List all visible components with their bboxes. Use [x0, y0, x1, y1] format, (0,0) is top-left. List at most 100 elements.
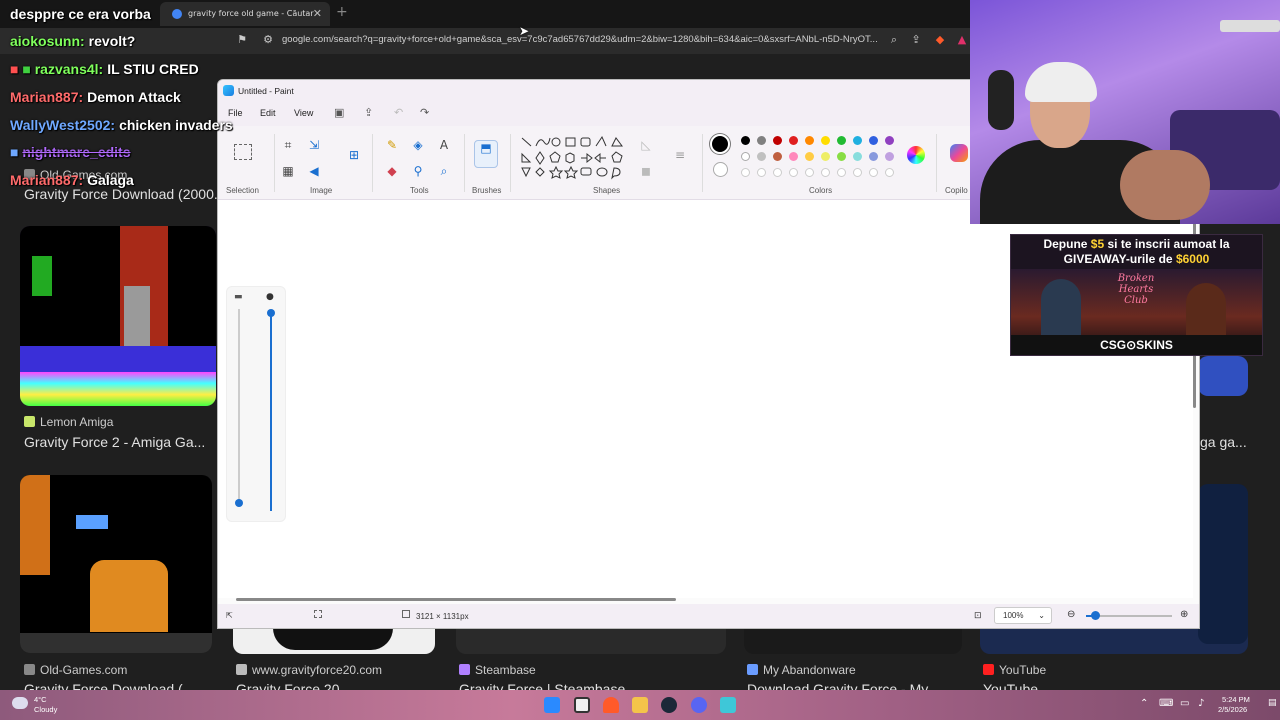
- volume-icon[interactable]: ♪: [1198, 698, 1204, 709]
- tab-search[interactable]: gravity force old game - Căutar ✕: [160, 2, 330, 26]
- size-slider[interactable]: [238, 309, 240, 507]
- result-title[interactable]: Gravity Force | Steambase...: [459, 681, 637, 690]
- clock-date[interactable]: 2/5/2026: [1218, 705, 1247, 714]
- zoom-in-icon[interactable]: ⊕: [1180, 609, 1188, 620]
- opacity-slider[interactable]: [270, 311, 272, 511]
- result-source[interactable]: Lemon Amiga: [24, 415, 113, 429]
- size-icon[interactable]: ≡: [672, 148, 688, 162]
- file-explorer-icon[interactable]: [632, 697, 648, 713]
- result-image[interactable]: [233, 628, 435, 654]
- share-icon[interactable]: ⇪: [364, 106, 373, 119]
- primary-color[interactable]: [710, 134, 730, 154]
- save-icon[interactable]: ▣: [334, 106, 344, 119]
- brush-icon[interactable]: ⬒: [474, 140, 498, 168]
- horizontal-scrollbar[interactable]: [236, 598, 676, 601]
- color-swatch[interactable]: [853, 152, 862, 161]
- color-swatch[interactable]: [853, 136, 862, 145]
- color-swatch[interactable]: [869, 136, 878, 145]
- color-swatch[interactable]: [837, 152, 846, 161]
- zoom-icon[interactable]: ⌕: [888, 34, 900, 46]
- custom-color-swatch[interactable]: [853, 168, 862, 177]
- size-slider-thumb[interactable]: [235, 499, 243, 507]
- shapes-gallery[interactable]: [518, 134, 628, 182]
- color-swatch[interactable]: [741, 152, 750, 161]
- color-swatch[interactable]: [821, 152, 830, 161]
- select-all-icon[interactable]: ▦: [280, 164, 296, 178]
- custom-color-swatch[interactable]: [773, 168, 782, 177]
- zoom-select[interactable]: 100% ⌄: [994, 607, 1052, 624]
- close-tab-icon[interactable]: ✕: [313, 2, 322, 26]
- text-icon[interactable]: A: [436, 138, 452, 152]
- edit-colors-icon[interactable]: [907, 146, 925, 164]
- fill-shape-icon[interactable]: ◼: [638, 164, 654, 178]
- zoom-out-icon[interactable]: ⊖: [1067, 609, 1075, 620]
- custom-color-swatch[interactable]: [885, 168, 894, 177]
- start-icon[interactable]: [544, 697, 560, 713]
- tray-chevron-icon[interactable]: ⌃: [1140, 698, 1148, 709]
- color-swatch[interactable]: [773, 136, 782, 145]
- bookmark-icon[interactable]: ⚑: [236, 34, 248, 46]
- secondary-color[interactable]: [713, 162, 728, 177]
- task-view-icon[interactable]: [574, 697, 590, 713]
- notification-icon[interactable]: ▤: [1268, 698, 1277, 708]
- sponsor-banner[interactable]: Depune $5 si te inscrii aumoat la GIVEAW…: [1010, 234, 1263, 356]
- weather-icon[interactable]: [12, 697, 28, 709]
- undo-icon[interactable]: ↶: [394, 106, 403, 119]
- touch-keyboard-icon[interactable]: ⌨: [1159, 698, 1173, 709]
- weather-desc[interactable]: Cloudy: [34, 705, 57, 714]
- result-image[interactable]: [744, 628, 962, 654]
- result-source[interactable]: My Abandonware: [747, 663, 856, 677]
- color-swatch[interactable]: [741, 136, 750, 145]
- custom-color-swatch[interactable]: [837, 168, 846, 177]
- color-swatch[interactable]: [837, 136, 846, 145]
- brave-icon[interactable]: ◆: [934, 34, 946, 46]
- result-title[interactable]: Gravity Force Download (2000...: [24, 186, 226, 202]
- color-swatch[interactable]: [789, 152, 798, 161]
- result-image[interactable]: [456, 628, 726, 654]
- paint-icon[interactable]: [720, 697, 736, 713]
- color-swatch[interactable]: [805, 136, 814, 145]
- result-source[interactable]: www.gravityforce20.com: [236, 663, 382, 677]
- result-source[interactable]: YouTube: [983, 663, 1046, 677]
- outline-icon[interactable]: ◺: [638, 138, 654, 152]
- network-icon[interactable]: ▭: [1180, 698, 1189, 709]
- site-info-icon[interactable]: ⚙: [262, 34, 274, 46]
- result-title[interactable]: Gravity Force 20...: [236, 681, 351, 690]
- custom-color-swatch[interactable]: [805, 168, 814, 177]
- fill-icon[interactable]: ◈: [410, 138, 426, 152]
- magnifier-icon[interactable]: ⌕: [436, 164, 452, 178]
- custom-color-swatch[interactable]: [869, 168, 878, 177]
- opacity-slider-thumb[interactable]: [267, 309, 275, 317]
- selection-icon[interactable]: [234, 144, 252, 160]
- eraser-icon[interactable]: ◆: [384, 164, 400, 178]
- menu-view[interactable]: View: [294, 108, 313, 118]
- color-swatch[interactable]: [869, 152, 878, 161]
- result-title[interactable]: ga ga...: [1200, 434, 1247, 450]
- image-options-icon[interactable]: ⊞: [346, 148, 362, 162]
- new-tab-icon[interactable]: +: [336, 4, 348, 20]
- result-image[interactable]: [1198, 484, 1248, 644]
- color-swatch[interactable]: [757, 136, 766, 145]
- steam-icon[interactable]: [661, 697, 677, 713]
- result-image[interactable]: [20, 475, 212, 653]
- result-source[interactable]: Steambase: [459, 663, 536, 677]
- discord-icon[interactable]: [691, 697, 707, 713]
- color-swatch[interactable]: [773, 152, 782, 161]
- custom-color-swatch[interactable]: [757, 168, 766, 177]
- result-title[interactable]: Download Gravity Force - My...: [747, 681, 939, 690]
- weather-temp[interactable]: 4°C: [34, 695, 47, 704]
- pencil-icon[interactable]: ✎: [384, 138, 400, 152]
- color-swatch[interactable]: [821, 136, 830, 145]
- result-image[interactable]: [20, 226, 216, 406]
- result-title[interactable]: YouTube: [983, 681, 1038, 690]
- result-image[interactable]: [1198, 356, 1248, 396]
- crop-icon[interactable]: ⌗: [280, 138, 296, 152]
- rewards-icon[interactable]: ▲: [956, 34, 968, 46]
- share-icon[interactable]: ⇪: [910, 34, 922, 46]
- result-title[interactable]: Gravity Force 2 - Amiga Ga...: [24, 434, 205, 450]
- color-swatch[interactable]: [789, 136, 798, 145]
- resize-icon[interactable]: ⇲: [306, 138, 322, 152]
- fit-icon[interactable]: ⊡: [974, 610, 982, 621]
- brave-icon[interactable]: [603, 697, 619, 713]
- color-swatch[interactable]: [885, 136, 894, 145]
